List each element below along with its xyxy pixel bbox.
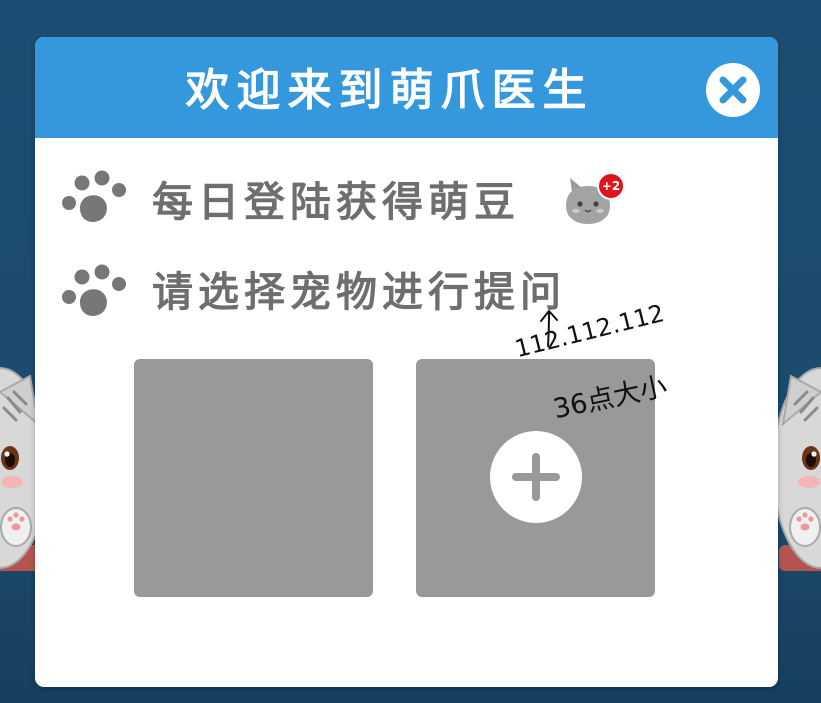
welcome-dialog: 欢迎来到萌爪医生 每日登陆获得萌豆 +2 请选择宠物进行提问: [35, 37, 778, 687]
pet-slot[interactable]: [134, 359, 373, 597]
choose-pet-text: 请选择宠物进行提问: [152, 268, 566, 316]
bonus-bean: +2: [560, 170, 630, 228]
dialog-title: 欢迎来到萌爪医生: [185, 65, 594, 116]
plus-circle: [490, 431, 582, 523]
plus-icon: [512, 453, 560, 501]
paw-icon: [62, 170, 126, 222]
cat-mascot-right: [771, 366, 821, 573]
close-icon: [719, 76, 747, 104]
paw-icon: [62, 264, 126, 316]
bonus-badge: +2: [597, 172, 625, 200]
dialog-header: 欢迎来到萌爪医生: [35, 37, 778, 138]
close-button[interactable]: [706, 63, 760, 117]
daily-login-text: 每日登陆获得萌豆: [152, 178, 520, 226]
